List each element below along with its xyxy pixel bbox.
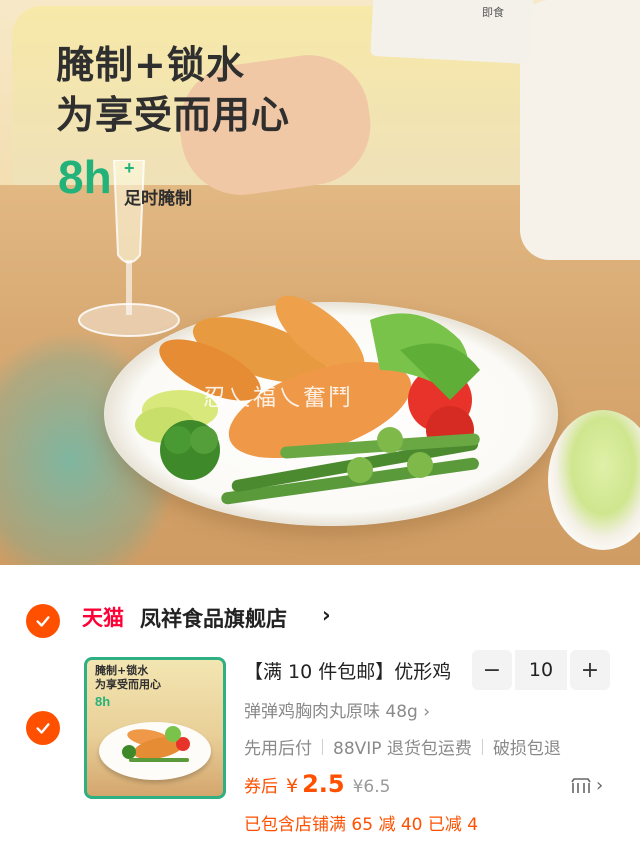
service-tags: 先用后付 88VIP 退货包运费 破损包退 bbox=[244, 734, 561, 759]
divider bbox=[481, 738, 483, 755]
checkmark-icon bbox=[36, 616, 50, 627]
quantity-stepper: − 10 + bbox=[472, 650, 612, 690]
product-thumbnail[interactable]: 腌制+锁水 为享受而用心 8h bbox=[84, 657, 226, 799]
thumbnail-line2: 为享受而用心 bbox=[95, 678, 161, 691]
sku-selector[interactable]: 弹弹鸡胸肉丸原味 48g › bbox=[244, 697, 430, 722]
price-row: 券后 ¥ 2.5 ¥6.5 bbox=[244, 770, 390, 798]
increment-button[interactable]: + bbox=[570, 650, 610, 690]
service-tag-damage: 破损包退 bbox=[492, 739, 561, 759]
decrement-button[interactable]: − bbox=[472, 650, 512, 690]
product-title-link[interactable]: 【满 10 件包邮】优形鸡 bbox=[244, 657, 451, 684]
box-label: 即食 bbox=[482, 7, 504, 19]
more-actions-button[interactable]: › bbox=[570, 775, 603, 796]
thumbnail-food-icon bbox=[122, 726, 190, 762]
thumbnail-headline: 腌制+锁水 为享受而用心 bbox=[95, 664, 161, 692]
store-name-link[interactable]: 凤祥食品旗舰店 bbox=[140, 603, 287, 633]
price-label: 券后 bbox=[244, 777, 278, 797]
service-tag-88vip: 88VIP 退货包运费 bbox=[333, 739, 472, 759]
shop-icon bbox=[571, 777, 591, 793]
store-select-checkbox[interactable] bbox=[26, 604, 60, 638]
hero-hours-plus: + bbox=[124, 158, 135, 178]
hero-hours-caption: 足时腌制 bbox=[124, 189, 192, 209]
hero-headline-line1: 腌制+锁水 bbox=[56, 43, 245, 87]
thumbnail-line1: 腌制+锁水 bbox=[95, 664, 149, 677]
divider bbox=[322, 738, 323, 755]
product-hero-image[interactable]: 即食 腌制+锁水 为享受而用心 8h + 足时腌制 忍乀福乀奮鬥 bbox=[0, 0, 640, 565]
store-chevron-icon[interactable]: › bbox=[322, 603, 331, 627]
currency-symbol: ¥ bbox=[286, 775, 299, 797]
original-price: ¥6.5 bbox=[352, 777, 391, 797]
thumbnail-hours: 8h bbox=[95, 694, 111, 709]
item-select-checkbox[interactable] bbox=[26, 711, 60, 745]
chevron-right-icon: › bbox=[596, 775, 604, 796]
service-tag-pay-later: 先用后付 bbox=[244, 739, 312, 759]
product-box bbox=[370, 0, 534, 65]
watermark: 忍乀福乀奮鬥 bbox=[203, 385, 353, 411]
quantity-input[interactable]: 10 bbox=[515, 650, 567, 690]
promo-note: 已包含店铺满 65 减 40 已减 4 bbox=[244, 815, 479, 835]
tmall-logo: 天猫 bbox=[82, 606, 124, 630]
hero-headline: 腌制+锁水 为享受而用心 bbox=[56, 40, 290, 140]
final-price: 2.5 bbox=[302, 770, 345, 798]
hero-headline-line2: 为享受而用心 bbox=[56, 93, 291, 137]
checkmark-icon bbox=[36, 723, 50, 734]
hero-hours: 8h bbox=[58, 151, 112, 203]
person-shirt bbox=[520, 0, 640, 260]
